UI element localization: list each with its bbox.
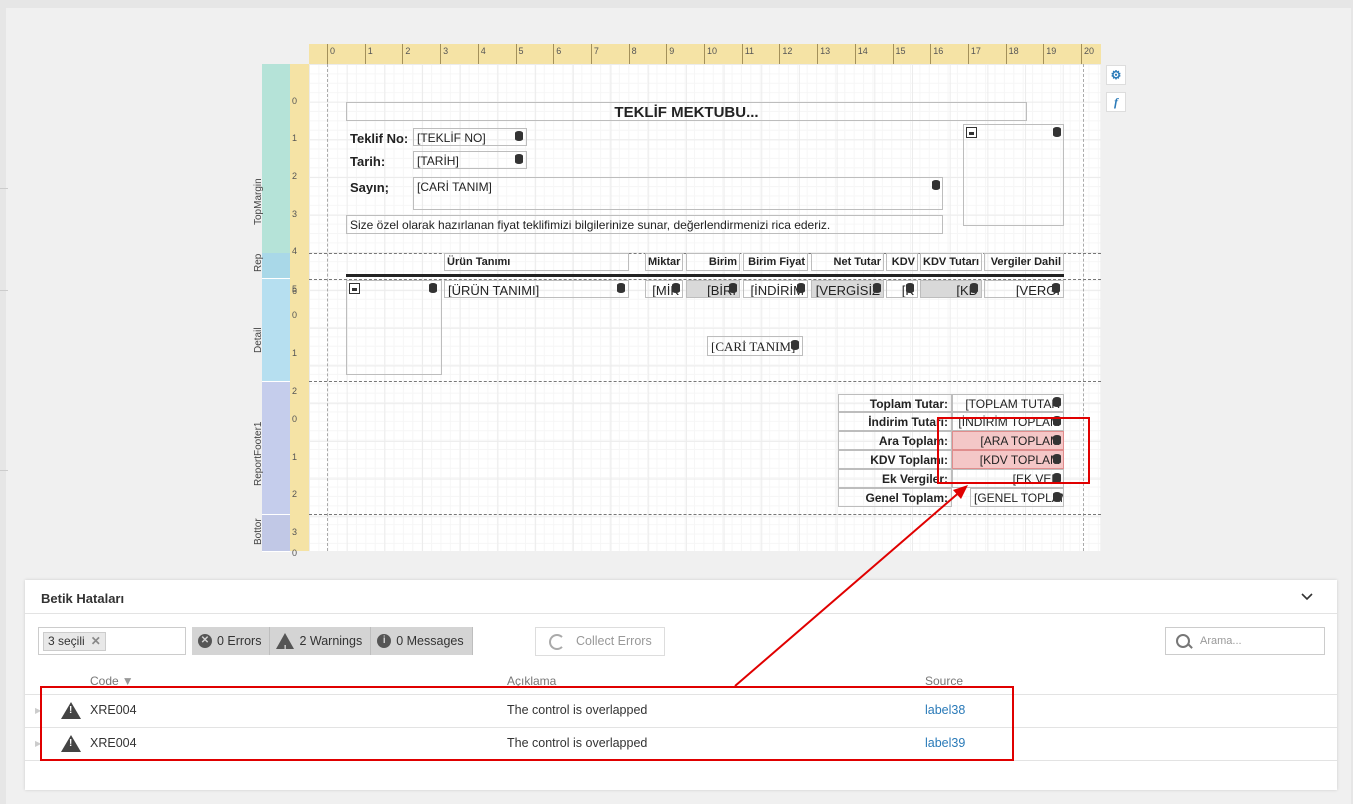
annotation-arrow: [734, 485, 968, 687]
